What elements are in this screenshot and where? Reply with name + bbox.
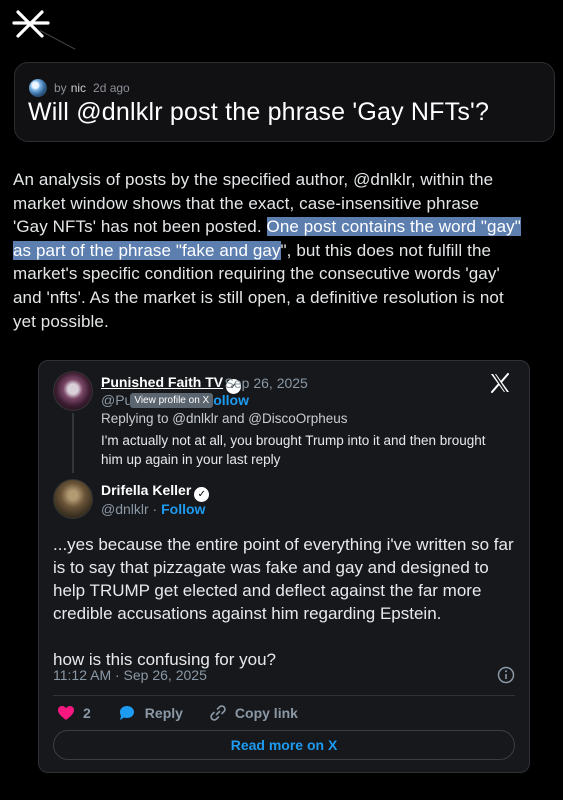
- reply-button[interactable]: Reply: [117, 704, 183, 722]
- view-profile-tooltip: View profile on X: [130, 392, 214, 408]
- reply-author-avatar[interactable]: [53, 371, 93, 411]
- like-button[interactable]: 2: [57, 705, 91, 721]
- like-count: 2: [83, 705, 91, 721]
- analysis-line: An analysis of posts by the specified au…: [13, 170, 494, 189]
- replying-to: Replying to @dnlklr and @DiscoOrpheus: [101, 411, 348, 426]
- analysis-line: as part of the phrase "fake and gay", bu…: [13, 240, 492, 260]
- follow-link[interactable]: Follow: [161, 501, 205, 517]
- x-logo-icon[interactable]: [12, 8, 50, 42]
- post-handle-row: @dnlklr · Follow: [101, 501, 205, 517]
- post-actions: 2 Reply Copy link: [57, 704, 324, 722]
- analysis-line: 'Gay NFTs' has not been posted. One post…: [13, 217, 521, 237]
- reply-label: Reply: [144, 705, 183, 721]
- post-age: 2d ago: [93, 81, 130, 95]
- heart-icon: [58, 706, 74, 720]
- x-logo-icon[interactable]: [489, 373, 511, 393]
- reply-date[interactable]: · Sep 26, 2025: [216, 375, 308, 391]
- selected-text: as part of the phrase "fake and gay: [13, 240, 281, 260]
- post-timestamp[interactable]: 11:12 AM · Sep 26, 2025: [53, 667, 207, 683]
- post-text: ...yes because the entire point of every…: [53, 533, 523, 671]
- question-title: Will @dnlklr post the phrase 'Gay NFTs'?: [28, 98, 490, 126]
- reply-follow-link[interactable]: ollow: [213, 392, 249, 408]
- thread-connector: [72, 413, 74, 473]
- author-name[interactable]: nic: [71, 81, 86, 95]
- analysis-line: market's specific condition requiring th…: [13, 264, 500, 284]
- reply-text: I'm actually not at all, you brought Tru…: [101, 433, 486, 467]
- post-author-name[interactable]: Drifella Keller ✓: [101, 482, 210, 502]
- copy-link-button[interactable]: Copy link: [209, 704, 298, 722]
- author-avatar[interactable]: [29, 79, 47, 97]
- copy-link-label: Copy link: [234, 705, 298, 721]
- reply-handle[interactable]: @Pu: [101, 392, 132, 408]
- embedded-post[interactable]: Punished Faith TV ✓ · Sep 26, 2025 @Pu Vi…: [38, 360, 530, 773]
- link-icon: [210, 705, 226, 721]
- selected-text: One post contains the word "gay": [266, 217, 521, 237]
- reply-bubble-icon: [119, 706, 134, 720]
- post-handle[interactable]: @dnlklr ·: [101, 501, 161, 517]
- analysis-line: and 'nfts'. As the market is still open,…: [13, 287, 504, 307]
- verified-badge-icon: ✓: [194, 487, 210, 502]
- post-author-avatar[interactable]: [53, 479, 93, 519]
- read-more-button[interactable]: Read more on X: [53, 730, 515, 760]
- question-meta: by nic 2d ago: [29, 79, 130, 97]
- post-paragraph: ...yes because the entire point of every…: [53, 535, 514, 623]
- analysis-text: An analysis of posts by the specified au…: [13, 168, 558, 333]
- analysis-line: yet possible.: [13, 311, 109, 331]
- reply-handle-row: @Pu View profile on X ollow: [101, 392, 249, 408]
- by-label: by: [54, 81, 67, 95]
- question-card[interactable]: by nic 2d ago Will @dnlklr post the phra…: [14, 62, 555, 142]
- info-icon[interactable]: [497, 666, 515, 684]
- analysis-line: market window shows that the exact, case…: [13, 193, 480, 213]
- divider: [53, 695, 515, 696]
